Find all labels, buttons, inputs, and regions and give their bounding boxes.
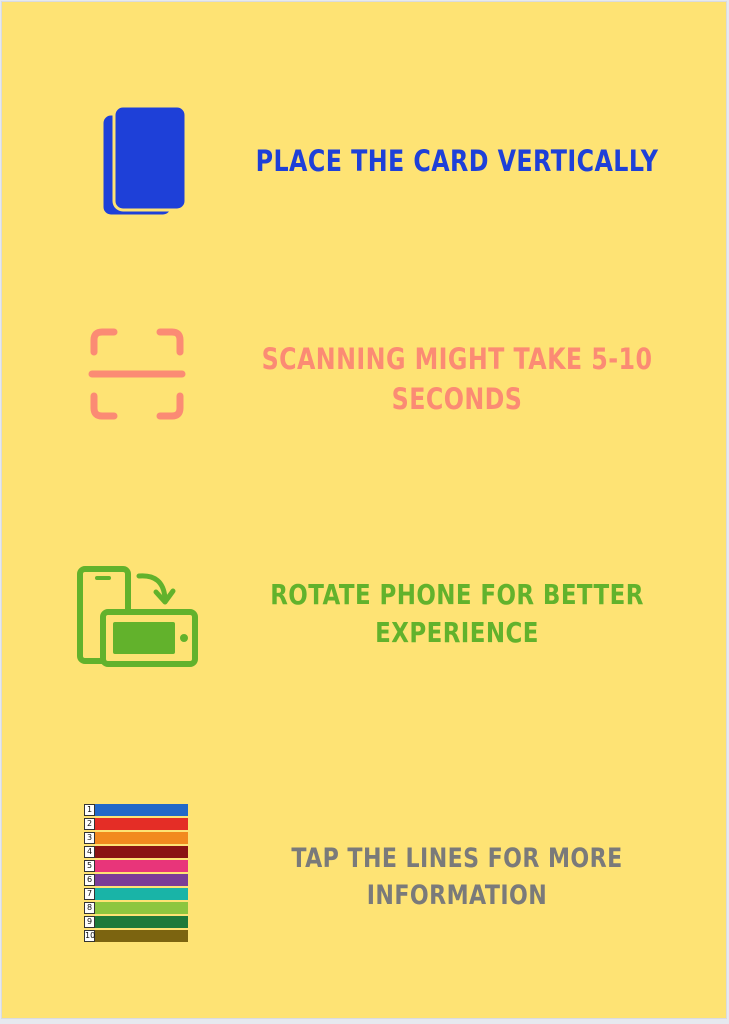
legend-line-10[interactable]: 10 xyxy=(84,930,188,942)
legend-line-bar xyxy=(95,846,188,858)
instruction-text-place-card: Place the card vertically xyxy=(255,144,659,178)
legend-line-3[interactable]: 3 xyxy=(84,832,188,844)
rotate-phone-icon xyxy=(77,566,198,667)
legend-line-bar xyxy=(95,832,188,844)
legend-line-bar xyxy=(95,916,188,928)
legend-line-number: 7 xyxy=(84,888,95,900)
instruction-row-rotate: Rotate phone for better experience xyxy=(2,532,726,772)
legend-line-number: 6 xyxy=(84,874,95,886)
legend-line-number: 9 xyxy=(84,916,95,928)
legend-line-bar xyxy=(95,860,188,872)
instruction-row-lines: 1 2 3 4 5 6 7 8 9 10 Tap the lines for more infor… xyxy=(2,772,726,1018)
legend-line-7[interactable]: 7 xyxy=(84,888,188,900)
legend-line-bar xyxy=(95,818,188,830)
legend-line-bar xyxy=(95,902,188,914)
legend-line-8[interactable]: 8 xyxy=(84,902,188,914)
instruction-text-rotate: Rotate phone for better experience xyxy=(270,578,644,649)
legend-line-number: 1 xyxy=(84,804,95,816)
lines-legend-icon: 1 2 3 4 5 6 7 8 9 10 xyxy=(84,804,188,944)
legend-line-4[interactable]: 4 xyxy=(84,846,188,858)
legend-line-6[interactable]: 6 xyxy=(84,874,188,886)
legend-line-number: 3 xyxy=(84,832,95,844)
legend-line-5[interactable]: 5 xyxy=(84,860,188,872)
instruction-row-scanning: Scanning might take 5-10 seconds xyxy=(2,302,726,532)
legend-line-number: 4 xyxy=(84,846,95,858)
legend-line-number: 2 xyxy=(84,818,95,830)
legend-line-number: 5 xyxy=(84,860,95,872)
instruction-text-lines: Tap the lines for more information xyxy=(291,843,623,911)
instructions-page: Place the card vertically Scanning might… xyxy=(2,2,726,1018)
legend-line-9[interactable]: 9 xyxy=(84,916,188,928)
legend-line-bar xyxy=(95,888,188,900)
legend-line-2[interactable]: 2 xyxy=(84,818,188,830)
cards-icon xyxy=(100,104,188,218)
instruction-row-cards: Place the card vertically xyxy=(2,2,726,302)
instruction-text-scanning: Scanning might take 5-10 seconds xyxy=(261,342,653,416)
legend-line-number: 10 xyxy=(84,930,96,942)
scan-frame-icon xyxy=(88,328,186,420)
legend-line-bar xyxy=(95,804,188,816)
legend-line-bar xyxy=(95,930,188,942)
legend-line-number: 8 xyxy=(84,902,95,914)
legend-line-1[interactable]: 1 xyxy=(84,804,188,816)
legend-line-bar xyxy=(95,874,188,886)
